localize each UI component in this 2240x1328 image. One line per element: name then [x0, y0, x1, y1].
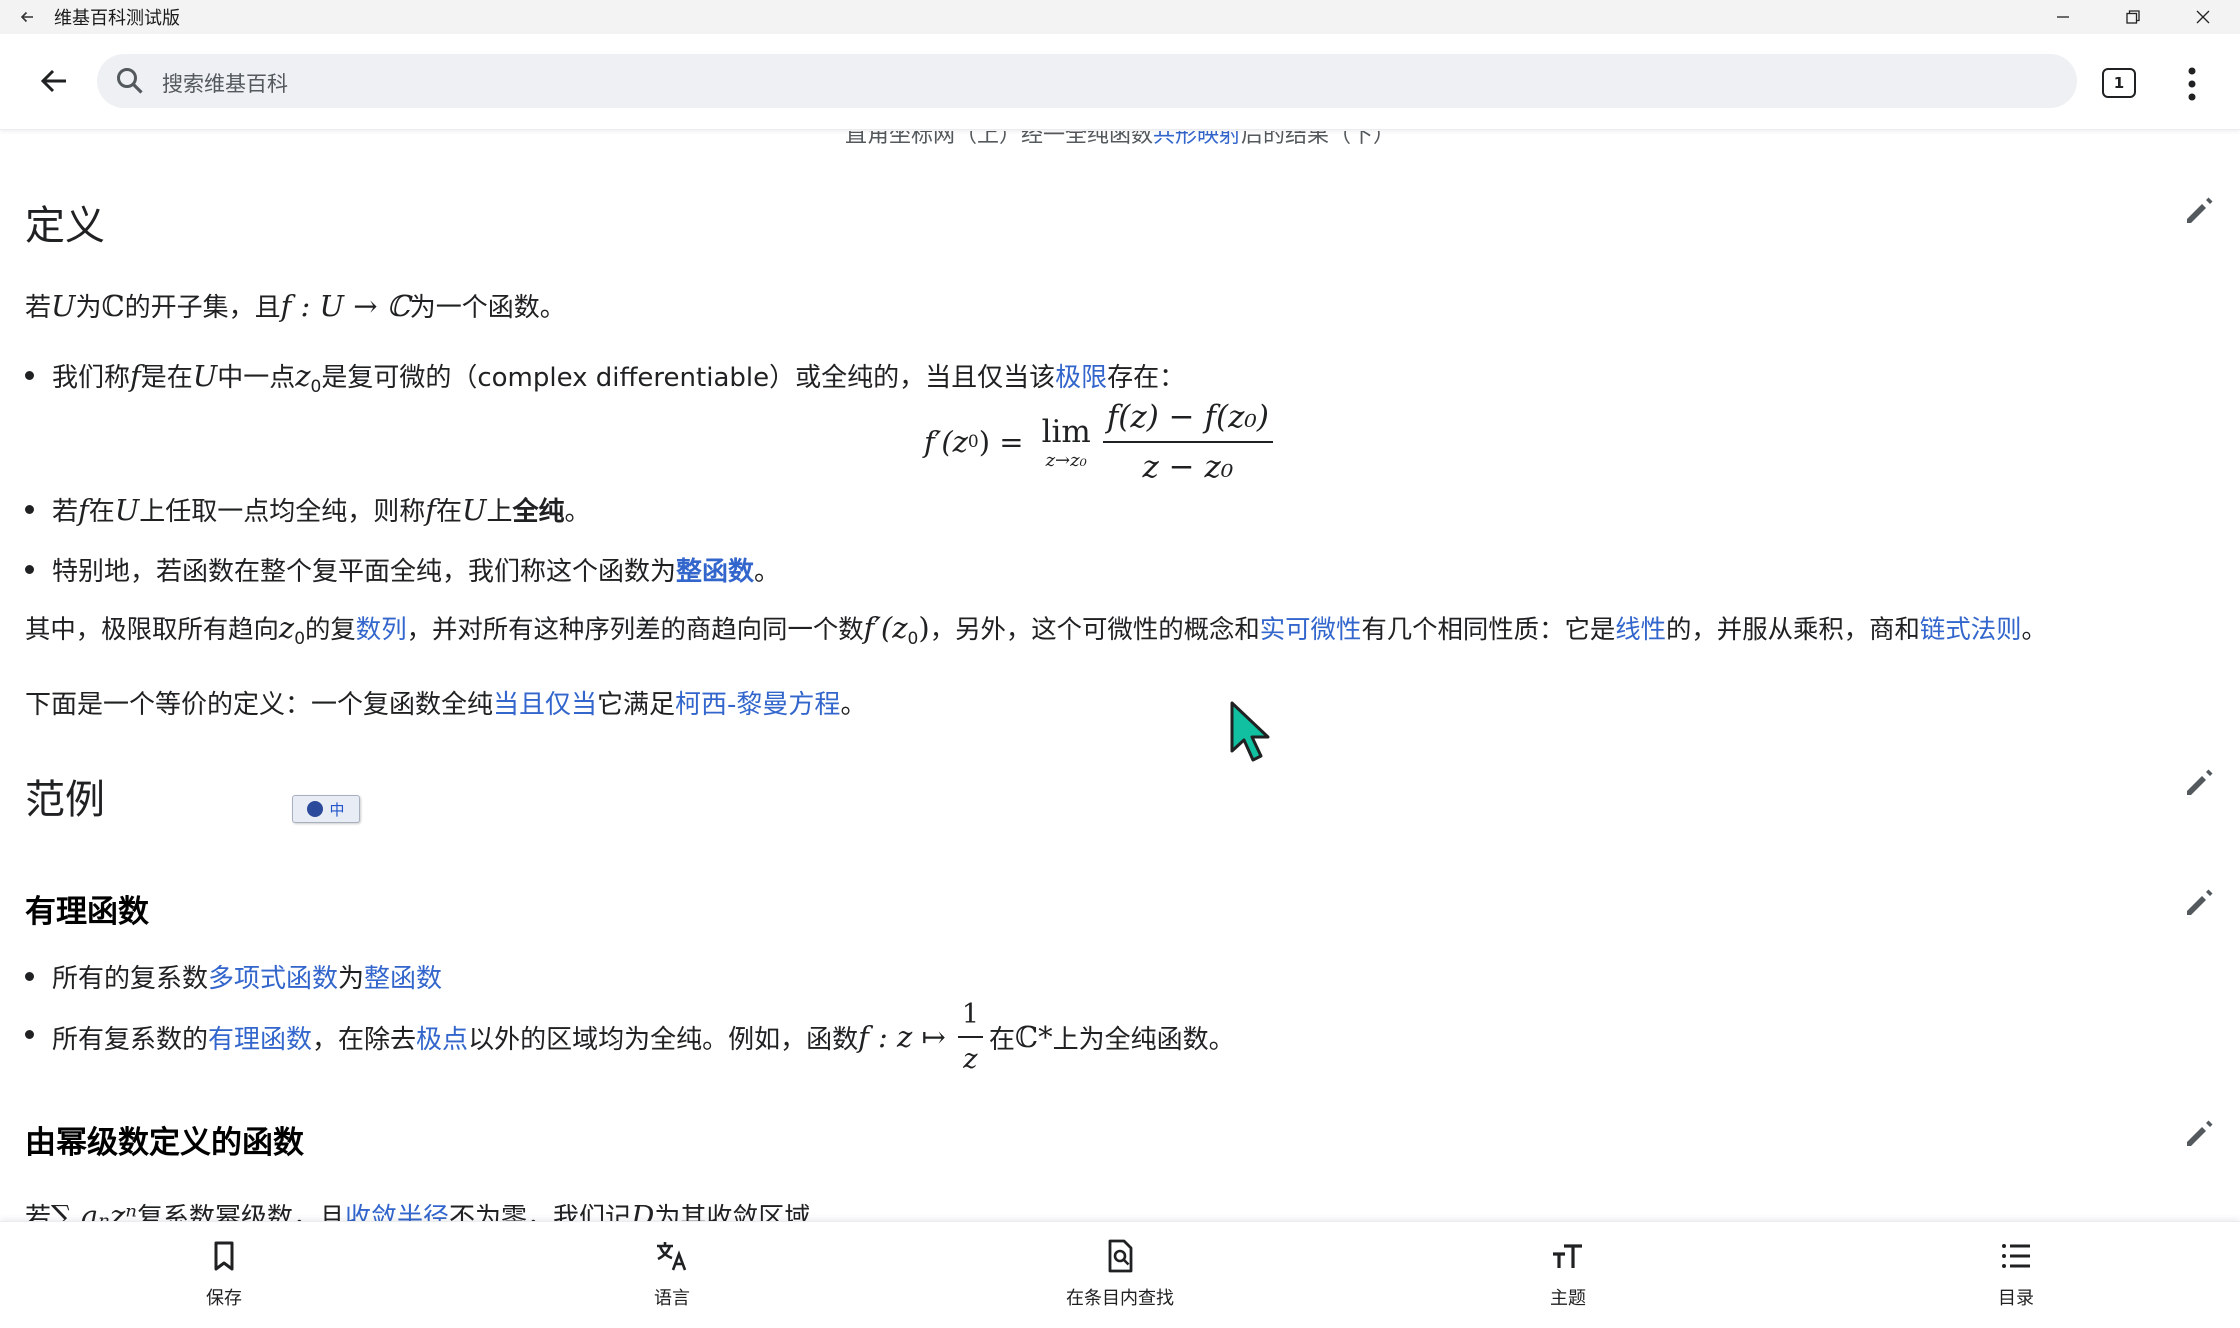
restore-icon — [2126, 10, 2140, 24]
save-button[interactable]: 保存 — [124, 1238, 324, 1310]
edit-pencil-icon[interactable] — [2183, 195, 2215, 227]
definition-intro: 若U为ℂ的开子集，且f : U → ℂ为一个函数。 — [25, 289, 566, 323]
image-caption: 直角坐标网（上）经一全纯函数共形映射后的结果（下） — [0, 131, 2240, 149]
edit-pencil-icon[interactable] — [2183, 1118, 2215, 1150]
section-heading-examples: 范例 — [25, 777, 105, 823]
equivalent-definition-paragraph: 下面是一个等价的定义：一个复函数全纯当且仅当它满足柯西-黎曼方程。 — [25, 690, 867, 720]
window-back-button[interactable] — [0, 0, 54, 34]
real-differentiability-link[interactable]: 实可微性 — [1260, 614, 1362, 644]
translate-icon — [657, 1242, 687, 1271]
section-heading-definition: 定义 — [25, 203, 105, 249]
subsection-heading-rational: 有理函数 — [25, 894, 149, 930]
definition-paragraph: 其中，极限取所有趋向z0的复数列，并对所有这种序列差的商趋向同一个数f′(z0)… — [25, 611, 2047, 650]
arrow-left-icon — [20, 11, 33, 23]
article-content: 直角坐标网（上）经一全纯函数共形映射后的结果（下） 定义 若U为ℂ的开子集，且f… — [0, 131, 2240, 1221]
list-item: 所有的复系数多项式函数为整函数 — [25, 958, 442, 995]
limit-link[interactable]: 极限 — [1055, 363, 1107, 393]
chain-rule-link[interactable]: 链式法则 — [1920, 614, 2022, 644]
app-bar: 搜索维基百科 1 — [0, 34, 2240, 130]
window-title: 维基百科测试版 — [54, 8, 180, 29]
more-options-icon[interactable] — [2178, 64, 2206, 104]
ime-logo-icon — [307, 801, 324, 817]
entire-function-link[interactable]: 整函数 — [676, 557, 754, 587]
edit-pencil-icon[interactable] — [2183, 767, 2215, 799]
iff-link[interactable]: 当且仅当 — [493, 690, 597, 720]
edit-pencil-icon[interactable] — [2183, 887, 2215, 919]
radius-of-convergence-link[interactable]: 收敛半径 — [345, 1203, 449, 1221]
arrow-back-icon — [40, 69, 66, 93]
subsection-heading-power-series: 由幂级数定义的函数 — [25, 1125, 304, 1161]
rational-function-link[interactable]: 有理函数 — [208, 1019, 312, 1056]
list-icon — [2002, 1244, 2030, 1268]
bottom-toolbar: 保存 语言 在条目内查找 主题 目录 — [0, 1221, 2240, 1328]
list-item: 特别地，若函数在整个复平面全纯，我们称这个函数为整函数。 — [25, 551, 780, 588]
title-bar: 维基百科测试版 — [0, 0, 2240, 34]
power-series-paragraph: 若∑ aₙzⁿ复系数幂级数，且收敛半径不为零，我们记D为其收敛区域 — [25, 1197, 810, 1221]
language-button[interactable]: 语言 — [572, 1238, 772, 1310]
tabs-button[interactable]: 1 — [2102, 68, 2136, 98]
close-icon — [2196, 10, 2210, 24]
caption-link[interactable]: 共形映射 — [1153, 131, 1241, 148]
find-in-page-icon — [1108, 1239, 1133, 1273]
linear-link[interactable]: 线性 — [1615, 614, 1666, 644]
derivative-formula: f′(z 0) = lim z→z₀ f(z) − f(z₀) z − z₀ — [924, 399, 1273, 485]
nav-back-button[interactable] — [34, 61, 74, 101]
minimize-button[interactable] — [2030, 0, 2096, 34]
bookmark-icon — [214, 1241, 234, 1271]
minimize-icon — [2057, 16, 2069, 18]
list-item: 所有复系数的 有理函数 ，在除去 极点 以外的区域均为全纯。例如，函数 f : z ↦ 1… — [25, 997, 1235, 1077]
search-input[interactable]: 搜索维基百科 — [162, 68, 288, 98]
list-item: 我们称f是在U中一点z0是复可微的（complex differentiable… — [25, 357, 1185, 397]
mouse-cursor-icon — [1230, 701, 1270, 762]
entire-function-link[interactable]: 整函数 — [364, 964, 442, 994]
search-bar[interactable]: 搜索维基百科 — [97, 54, 2077, 108]
restore-button[interactable] — [2100, 0, 2166, 34]
list-item: 若f在U上任取一点均全纯，则称f在U上全纯。 — [25, 491, 590, 528]
text-size-icon — [1553, 1244, 1582, 1268]
cauchy-riemann-link[interactable]: 柯西-黎曼方程 — [675, 690, 840, 720]
search-icon — [117, 68, 143, 94]
close-button[interactable] — [2170, 0, 2236, 34]
theme-button[interactable]: 主题 — [1468, 1238, 1668, 1310]
contents-button[interactable]: 目录 — [1916, 1238, 2116, 1310]
ime-indicator[interactable]: 中 — [292, 795, 360, 823]
pole-link[interactable]: 极点 — [416, 1019, 468, 1056]
polynomial-link[interactable]: 多项式函数 — [208, 964, 338, 994]
sequence-link[interactable]: 数列 — [356, 614, 407, 644]
find-in-page-button[interactable]: 在条目内查找 — [1020, 1238, 1220, 1310]
